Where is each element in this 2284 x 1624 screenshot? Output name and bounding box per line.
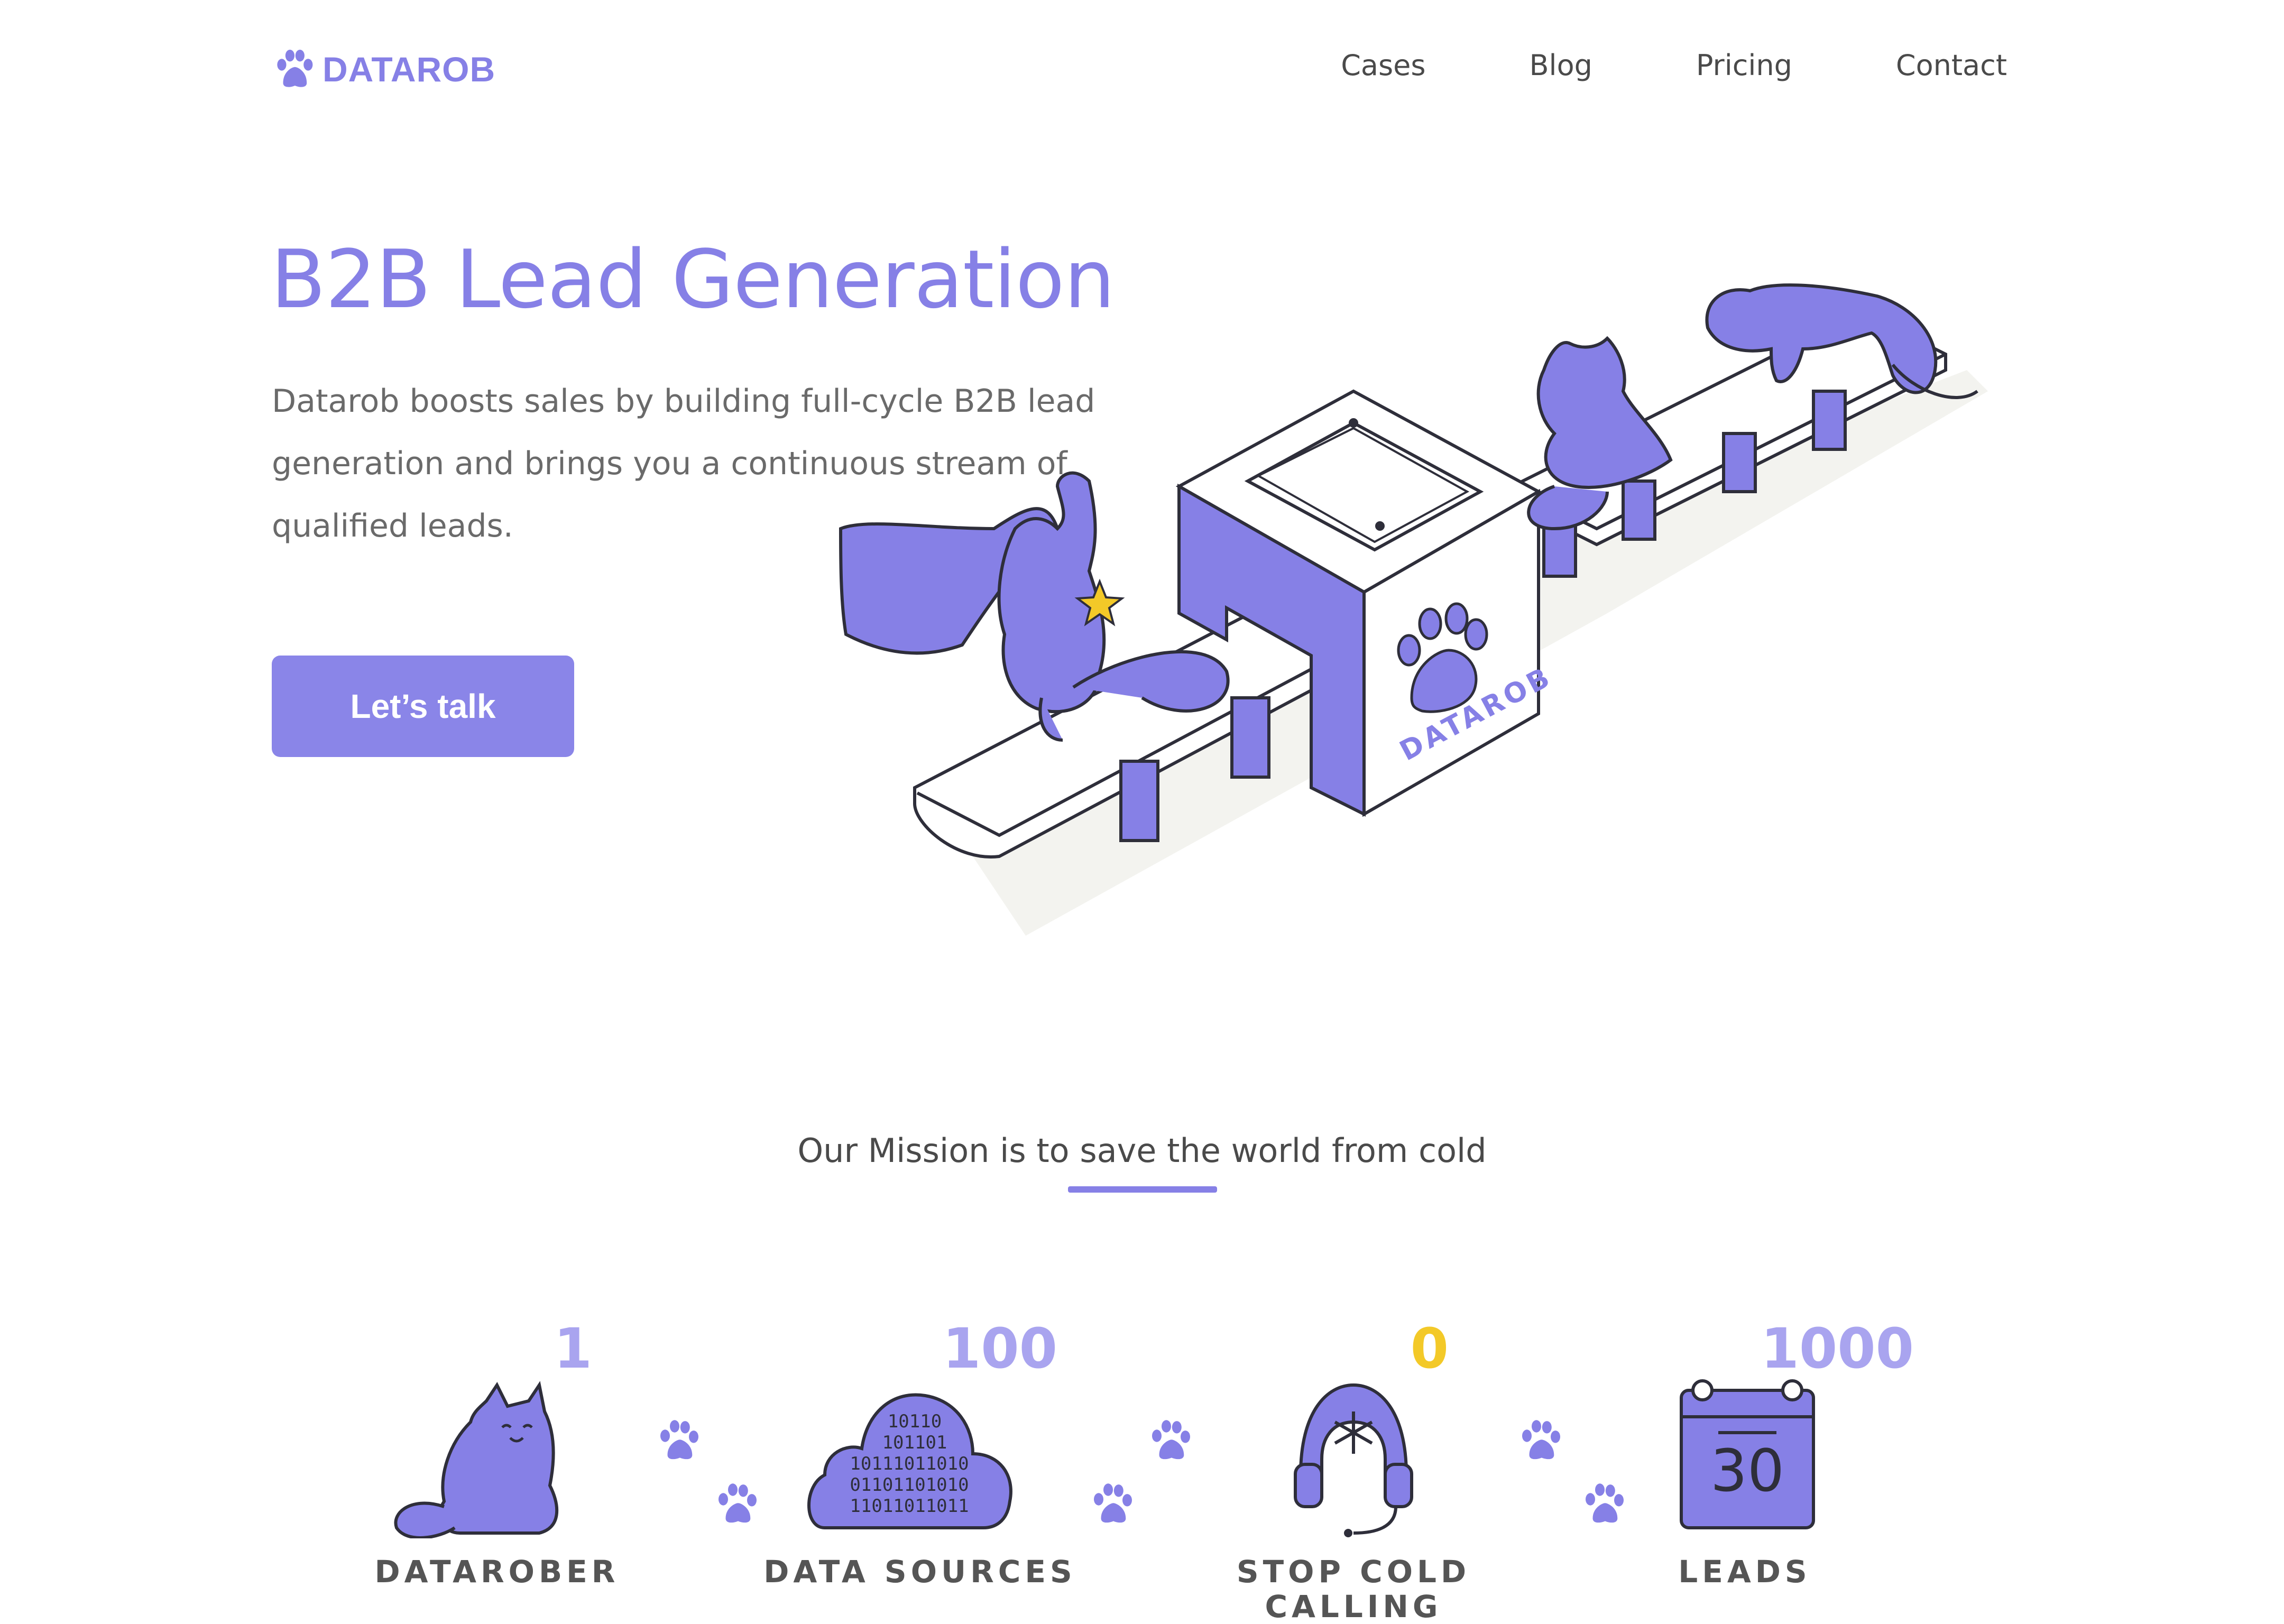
headset-snowflake-icon — [1294, 1383, 1413, 1537]
nav-cases[interactable]: Cases — [1341, 49, 1425, 82]
paw-icon — [1522, 1420, 1560, 1460]
stat-label-leads: LEADS — [1678, 1554, 1811, 1590]
logo[interactable]: DATAROB — [272, 47, 495, 92]
binary-cloud-icon: 10110 101101 10111011010 01101101010 110… — [807, 1393, 1012, 1529]
svg-text:01101101010: 01101101010 — [850, 1474, 969, 1496]
cat-icon — [394, 1381, 559, 1538]
stat-value-leads: 1000 — [1761, 1316, 1914, 1381]
svg-text:10111011010: 10111011010 — [850, 1453, 969, 1474]
lets-talk-button[interactable]: Let’s talk — [272, 656, 574, 757]
conveyor-illustration: DATAROB — [839, 283, 1988, 936]
paw-icon — [660, 1420, 698, 1460]
paw-icon — [1152, 1420, 1190, 1460]
stat-value-data-sources: 100 — [942, 1316, 1057, 1381]
paw-icon — [1586, 1483, 1624, 1523]
stat-label-datarober: DATAROBER — [374, 1554, 620, 1590]
paw-logo-icon — [277, 50, 313, 87]
stat-value-datarober: 1 — [554, 1316, 592, 1381]
paw-icon — [719, 1483, 757, 1523]
nav-contact[interactable]: Contact — [1896, 49, 2007, 82]
stat-label-data-sources: DATA SOURCES — [763, 1554, 1076, 1590]
mission-statement: Our Mission is to save the world from co… — [797, 1131, 1487, 1170]
paw-icon — [1094, 1483, 1132, 1523]
superhero-cat-illustration — [839, 471, 1230, 742]
nav-blog[interactable]: Blog — [1530, 49, 1592, 82]
nav-pricing[interactable]: Pricing — [1696, 49, 1792, 82]
svg-text:101101: 101101 — [882, 1432, 947, 1453]
stat-label-cold-calling: STOP COLD CALLING — [1236, 1554, 1471, 1624]
calendar-icon: 30 — [1680, 1379, 1815, 1529]
mission-underline — [1068, 1186, 1217, 1193]
stat-value-cold-calling: 0 — [1410, 1316, 1449, 1381]
svg-text:10110: 10110 — [888, 1411, 942, 1432]
svg-text:30: 30 — [1710, 1437, 1784, 1505]
svg-text:11011011011: 11011011011 — [850, 1496, 969, 1517]
logo-text: DATAROB — [323, 50, 496, 89]
main-nav: Cases Blog Pricing Contact — [1341, 49, 2007, 82]
